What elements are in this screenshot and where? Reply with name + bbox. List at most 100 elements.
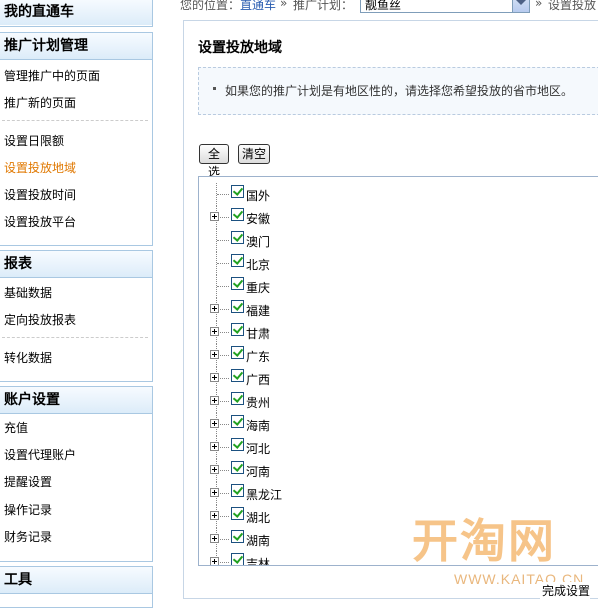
sidebar-item-recharge[interactable]: 充值 [4,421,28,435]
finish-button[interactable]: 完成设置 [540,582,591,599]
sidebar-item-time[interactable]: 设置投放时间 [4,188,76,202]
tree-connector [217,286,229,287]
region-label[interactable]: 澳门 [246,233,270,250]
sidebar-item-agent-account[interactable]: 设置代理账户 [4,448,76,462]
region-label[interactable]: 河南 [246,463,270,480]
expand-plus-icon[interactable] [210,350,219,359]
tree-connector [217,194,229,195]
region-label[interactable]: 河北 [246,440,270,457]
tree-row: 重庆 [199,275,499,298]
tree-row: 安徽 [199,206,499,229]
account-panel: 账户设置 充值 设置代理账户 提醒设置 操作记录 财务记录 [0,386,153,562]
sidebar-item-manage-pages[interactable]: 管理推广中的页面 [4,69,100,83]
watermark-logo: 开淘网 [412,514,556,568]
tree-row: 河南 [199,459,499,482]
region-checkbox[interactable] [231,346,244,359]
sidebar-item-targeting-report[interactable]: 定向投放报表 [4,313,76,327]
expand-plus-icon[interactable] [210,488,219,497]
region-label[interactable]: 重庆 [246,279,270,296]
my-train-title[interactable]: 我的直通车 [0,0,152,25]
region-checkbox[interactable] [231,323,244,336]
region-checkbox[interactable] [231,461,244,474]
tools-title[interactable]: 工具 [0,567,152,594]
region-label[interactable]: 湖南 [246,532,270,549]
expand-plus-icon[interactable] [210,327,219,336]
region-checkbox[interactable] [231,254,244,267]
region-checkbox[interactable] [231,277,244,290]
breadcrumb-separator: » [535,0,543,10]
tree-row: 贵州 [199,390,499,413]
expand-plus-icon[interactable] [210,557,219,565]
region-label[interactable]: 安徽 [246,210,270,227]
expand-plus-icon[interactable] [210,304,219,313]
region-label[interactable]: 国外 [246,187,270,204]
region-checkbox[interactable] [231,553,244,565]
divider [2,120,148,121]
region-checkbox[interactable] [231,530,244,543]
plan-management-panel: 推广计划管理 管理推广中的页面 推广新的页面 设置日限额 设置投放地域 设置投放… [0,32,153,246]
region-checkbox[interactable] [231,185,244,198]
region-checkbox[interactable] [231,484,244,497]
breadcrumb: 您的位置： 直通车 » 推广计划： 靓鱼丝 » 设置投放 [155,0,598,14]
region-label[interactable]: 吉林 [246,555,270,565]
region-checkbox[interactable] [231,438,244,451]
tools-panel: 工具 [0,566,153,608]
tree-row: 河北 [199,436,499,459]
expand-plus-icon[interactable] [210,419,219,428]
expand-plus-icon[interactable] [210,534,219,543]
region-checkbox[interactable] [231,392,244,405]
tree-connector [217,263,229,264]
location-prefix: 您的位置： [180,0,241,12]
sidebar-item-finance-log[interactable]: 财务记录 [4,530,52,544]
tree-row: 广西 [199,367,499,390]
sidebar-item-basic-data[interactable]: 基础数据 [4,286,52,300]
expand-plus-icon[interactable] [210,373,219,382]
plan-label: 推广计划： [293,0,354,12]
region-label[interactable]: 广西 [246,371,270,388]
divider [2,337,148,338]
region-label[interactable]: 黑龙江 [246,486,282,503]
breadcrumb-separator: » [280,0,288,10]
region-checkbox[interactable] [231,415,244,428]
sidebar-item-reminder[interactable]: 提醒设置 [4,475,52,489]
region-label[interactable]: 海南 [246,417,270,434]
region-label[interactable]: 北京 [246,256,270,273]
notice-box: 如果您的推广计划是有地区性的，请选择您希望投放的省市地区。 [198,67,598,115]
expand-plus-icon[interactable] [210,442,219,451]
clear-button[interactable]: 清空 [238,144,270,164]
tree-row: 甘肃 [199,321,499,344]
region-label[interactable]: 湖北 [246,509,270,526]
plan-management-title: 推广计划管理 [0,33,152,60]
tree-row: 国外 [199,183,499,206]
tree-row: 澳门 [199,229,499,252]
page-title: 设置投放地域 [198,40,282,56]
sidebar-item-conversion-data[interactable]: 转化数据 [4,351,52,365]
expand-plus-icon[interactable] [210,396,219,405]
region-label[interactable]: 广东 [246,348,270,365]
region-label[interactable]: 贵州 [246,394,270,411]
sidebar-item-daily-limit[interactable]: 设置日限额 [4,134,64,148]
region-label[interactable]: 甘肃 [246,325,270,342]
account-title: 账户设置 [0,387,152,414]
sidebar-item-promote-new-page[interactable]: 推广新的页面 [4,96,76,110]
sidebar-item-platform[interactable]: 设置投放平台 [4,215,76,229]
plan-select[interactable]: 靓鱼丝 [360,0,530,13]
expand-plus-icon[interactable] [210,212,219,221]
chevron-down-icon[interactable] [512,0,529,12]
breadcrumb-link-train[interactable]: 直通车 [240,0,276,13]
tree-row: 福建 [199,298,499,321]
region-checkbox[interactable] [231,369,244,382]
sidebar: 我的直通车 推广计划管理 管理推广中的页面 推广新的页面 设置日限额 设置投放地… [0,0,155,608]
expand-plus-icon[interactable] [210,511,219,520]
plan-select-value: 靓鱼丝 [365,0,402,12]
sidebar-item-region[interactable]: 设置投放地域 [4,161,76,175]
region-label[interactable]: 福建 [246,302,270,319]
region-checkbox[interactable] [231,300,244,313]
region-checkbox[interactable] [231,231,244,244]
region-checkbox[interactable] [231,507,244,520]
select-all-button[interactable]: 全选 [199,144,229,179]
sidebar-item-operation-log[interactable]: 操作记录 [4,503,52,517]
expand-plus-icon[interactable] [210,465,219,474]
report-title: 报表 [0,251,152,278]
region-checkbox[interactable] [231,208,244,221]
